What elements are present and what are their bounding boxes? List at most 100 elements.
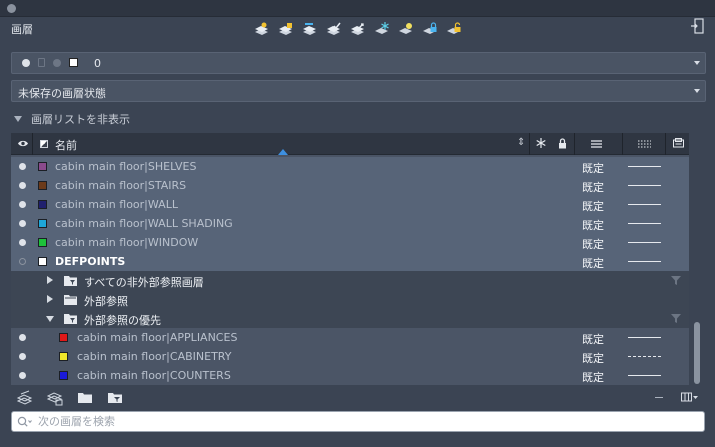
color-swatch[interactable] (38, 162, 47, 171)
linetype-sample[interactable] (628, 204, 661, 205)
table-row[interactable]: cabin main floor|APPLIANCES 既定 (11, 328, 689, 347)
color-swatch[interactable] (38, 200, 47, 209)
collapse-triangle-icon (14, 116, 22, 122)
panel-title: 画層 (11, 23, 33, 36)
new-layer-vp-frozen-icon[interactable] (276, 20, 295, 39)
linetype-column-icon[interactable] (638, 138, 651, 149)
on-off-toggle[interactable] (19, 163, 26, 170)
layer-name: cabin main floor|WALL (55, 198, 178, 211)
group-row[interactable]: 外部参照 (11, 290, 689, 309)
expand-triangle-icon[interactable] (47, 276, 53, 284)
color-swatch[interactable] (38, 257, 47, 266)
on-off-toggle[interactable] (19, 239, 26, 246)
unlock-icon[interactable] (444, 20, 463, 39)
plot-column-icon[interactable] (673, 138, 684, 149)
layer-name: cabin main floor|WALL SHADING (55, 217, 233, 230)
search-icon (17, 416, 32, 427)
chevron-down-icon[interactable] (694, 89, 700, 93)
table-row[interactable]: DEFPOINTS 既定 (11, 252, 689, 271)
vertical-scrollbar[interactable] (694, 322, 700, 384)
lineweight-value[interactable]: 既定 (582, 198, 604, 214)
title-bar (0, 0, 715, 17)
freeze-column-icon[interactable] (536, 138, 546, 148)
on-off-toggle[interactable] (19, 220, 26, 227)
layer-search[interactable] (11, 411, 705, 432)
expand-triangle-icon[interactable] (47, 295, 53, 303)
current-layer-dropdown[interactable]: 0 (11, 52, 706, 74)
color-swatch[interactable] (59, 352, 68, 361)
group-row[interactable]: すべての非外部参照画層 (11, 271, 689, 290)
sort-icon[interactable]: ⇕ (517, 137, 525, 148)
on-off-toggle[interactable] (19, 334, 26, 341)
layer-state-value: 未保存の画層状態 (18, 87, 106, 100)
table-row[interactable]: cabin main floor|WINDOW 既定 (11, 233, 689, 252)
layer-list-toggle[interactable]: 画層リストを非表示 (14, 111, 130, 127)
layer-name: cabin main floor|SHELVES (55, 160, 197, 173)
freeze-icon[interactable] (372, 20, 391, 39)
lock-icon[interactable] (420, 20, 439, 39)
linetype-sample[interactable] (628, 337, 661, 338)
linetype-sample[interactable] (628, 261, 661, 262)
collapse-triangle-icon[interactable] (46, 316, 54, 322)
folder-filter-icon (64, 314, 77, 324)
table-row[interactable]: cabin main floor|SHELVES 既定 (11, 157, 689, 176)
search-input[interactable] (38, 414, 688, 429)
table-row[interactable]: cabin main floor|WALL 既定 (11, 195, 689, 214)
on-off-toggle[interactable] (19, 372, 26, 379)
color-swatch[interactable] (38, 181, 47, 190)
lineweight-column-icon[interactable] (591, 138, 602, 149)
color-swatch[interactable] (38, 238, 47, 247)
layer-match-icon[interactable] (348, 20, 367, 39)
lineweight-value[interactable]: 既定 (582, 179, 604, 195)
linetype-sample[interactable] (628, 185, 661, 186)
on-off-toggle[interactable] (19, 258, 26, 265)
color-swatch[interactable] (59, 371, 68, 380)
set-current-icon[interactable] (324, 20, 343, 39)
name-column-header[interactable]: 名前 (55, 137, 77, 153)
eye-icon[interactable] (17, 139, 29, 148)
linetype-sample[interactable] (628, 166, 661, 167)
layer-name: cabin main floor|WINDOW (55, 236, 199, 249)
color-swatch[interactable] (38, 219, 47, 228)
delete-layer-icon[interactable] (300, 20, 319, 39)
group-row[interactable]: 外部参照の優先 (11, 309, 689, 328)
new-group-filter-icon[interactable] (77, 390, 93, 406)
lineweight-value[interactable]: 既定 (582, 160, 604, 176)
layer-settings-icon[interactable] (17, 390, 33, 406)
on-off-toggle[interactable] (19, 353, 26, 360)
table-row[interactable]: cabin main floor|STAIRS 既定 (11, 176, 689, 195)
color-column-icon[interactable] (40, 140, 48, 148)
collapse-icon[interactable] (655, 397, 663, 398)
layer-name: cabin main floor|STAIRS (55, 179, 187, 192)
lineweight-value[interactable]: 既定 (582, 331, 604, 347)
lineweight-value[interactable]: 既定 (582, 350, 604, 366)
on-off-toggle[interactable] (19, 182, 26, 189)
table-row[interactable]: cabin main floor|COUNTERS 既定 (11, 366, 689, 385)
isolate-icon[interactable] (396, 20, 415, 39)
table-row[interactable]: cabin main floor|WALL SHADING 既定 (11, 214, 689, 233)
linetype-sample[interactable] (628, 356, 661, 357)
lock-column-icon[interactable] (558, 138, 567, 149)
linetype-sample[interactable] (628, 242, 661, 243)
lineweight-value[interactable]: 既定 (582, 255, 604, 271)
dock-icon[interactable] (690, 18, 704, 34)
group-name: 外部参照の優先 (84, 314, 161, 327)
layer-properties-icon[interactable] (47, 390, 63, 406)
lineweight-value[interactable]: 既定 (582, 369, 604, 385)
new-property-filter-icon[interactable] (107, 390, 123, 406)
table-header: 名前 ⇕ (11, 133, 689, 155)
lineweight-value[interactable]: 既定 (582, 217, 604, 233)
linetype-sample[interactable] (628, 223, 661, 224)
new-layer-icon[interactable] (252, 20, 271, 39)
close-icon[interactable] (7, 4, 16, 13)
funnel-icon (671, 276, 681, 285)
lineweight-value[interactable]: 既定 (582, 236, 604, 252)
on-off-toggle[interactable] (19, 201, 26, 208)
layer-state-dropdown[interactable]: 未保存の画層状態 (11, 80, 706, 102)
linetype-sample[interactable] (628, 375, 661, 376)
group-name: 外部参照 (84, 295, 128, 308)
columns-menu-icon[interactable] (681, 392, 699, 403)
color-swatch[interactable] (59, 333, 68, 342)
table-row[interactable]: cabin main floor|CABINETRY 既定 (11, 347, 689, 366)
chevron-down-icon[interactable] (694, 61, 700, 65)
